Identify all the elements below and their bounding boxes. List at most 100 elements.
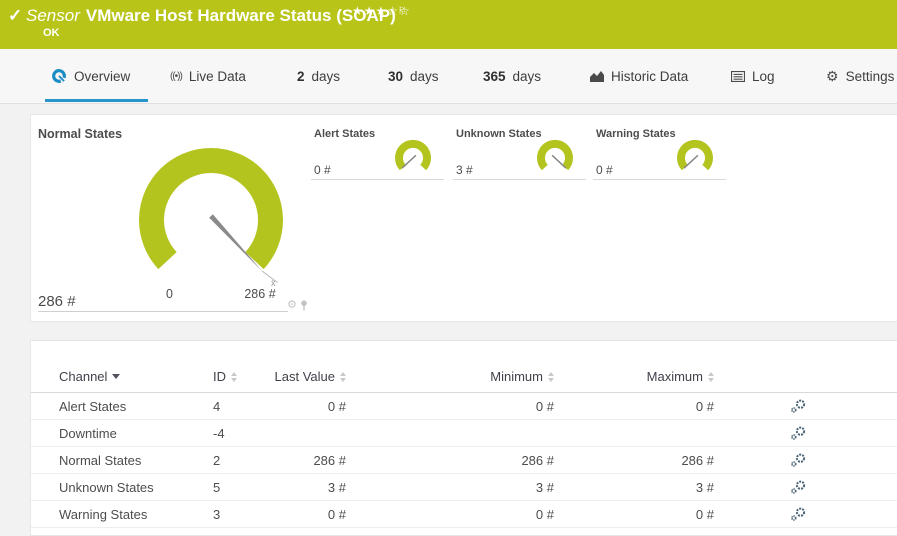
- tab-label: days: [410, 68, 439, 84]
- sort-icon: [231, 371, 237, 382]
- channel-settings-icon[interactable]: [790, 399, 807, 413]
- column-header-id[interactable]: ID: [213, 369, 271, 384]
- sensor-name: VMware Host Hardware Status (SOAP): [85, 6, 396, 25]
- mini-gauge-alert-states[interactable]: Alert States 0 #: [311, 125, 444, 180]
- tab-settings[interactable]: ⚙ Settings: [826, 49, 894, 103]
- channel-name[interactable]: Warning States: [59, 507, 213, 522]
- tab-label: Settings: [845, 68, 895, 84]
- column-header-channel[interactable]: Channel: [59, 369, 213, 384]
- tab-30-days[interactable]: 30 days: [388, 49, 439, 103]
- channel-name[interactable]: Downtime: [59, 426, 213, 441]
- sort-icon: [708, 371, 714, 382]
- tab-historic-data[interactable]: Historic Data: [590, 49, 688, 103]
- channel-name[interactable]: Alert States: [59, 399, 213, 414]
- status-badge: OK: [43, 27, 60, 39]
- tab-label: days: [512, 68, 542, 84]
- channel-settings-icon[interactable]: [790, 507, 807, 521]
- channel-last-value: 0 #: [327, 506, 346, 522]
- primary-gauge-value: 286 #: [38, 293, 76, 310]
- gauge-divider: [38, 311, 288, 312]
- channel-maximum: 3 #: [695, 479, 714, 495]
- channel-last-value: 286 #: [313, 452, 346, 468]
- gauges-panel: Normal States x̄ 0 286 # 286 # ⚙ Alert S…: [30, 114, 897, 322]
- tab-label: Log: [752, 68, 775, 84]
- sensor-header: ✓ Sensor VMware Host Hardware Status (SOA…: [0, 0, 897, 49]
- mini-gauge-value: 3 #: [456, 163, 473, 177]
- log-list-icon: [731, 70, 745, 82]
- mini-gauge-title: Alert States: [314, 128, 376, 140]
- gear-icon: ⚙: [826, 68, 839, 84]
- tab-label: Historic Data: [611, 68, 689, 84]
- primary-gauge-title: Normal States: [38, 127, 123, 141]
- table-row[interactable]: Unknown States 5 3 # 3 # 3 #: [31, 474, 897, 501]
- column-label: Channel: [59, 369, 108, 384]
- tab-overview[interactable]: Overview: [51, 49, 130, 103]
- prtg-sensor-page: ✓ Sensor VMware Host Hardware Status (SOA…: [0, 0, 897, 536]
- channel-minimum: 3 #: [535, 479, 554, 495]
- mini-gauge-value: 0 #: [596, 163, 613, 177]
- mini-gauge-unknown-states[interactable]: Unknown States 3 #: [453, 125, 586, 180]
- gauge-scale-min: 0: [166, 287, 173, 301]
- gauge-scale-max: 286 #: [244, 287, 275, 301]
- priority-stars[interactable]: ★★★☆☆: [352, 4, 411, 18]
- channel-id: 2: [213, 452, 221, 468]
- channel-settings-icon[interactable]: [790, 480, 807, 494]
- channel-name[interactable]: Normal States: [59, 453, 213, 468]
- channel-minimum: 286 #: [521, 452, 554, 468]
- tab-label: Live Data: [188, 68, 246, 84]
- channel-id: 4: [213, 398, 221, 414]
- gauge-arc: [139, 148, 283, 270]
- mini-gauge: [395, 139, 431, 171]
- channel-settings-icon[interactable]: [790, 426, 807, 440]
- channel-name[interactable]: Unknown States: [59, 480, 213, 495]
- tab-number: 30: [388, 68, 404, 84]
- tab-365-days[interactable]: 365 days: [483, 49, 541, 103]
- channel-settings-icon[interactable]: [790, 453, 807, 467]
- mini-gauge-warning-states[interactable]: Warning States 0 #: [593, 125, 726, 180]
- tab-2-days[interactable]: 2 days: [297, 49, 340, 103]
- mini-gauge: [537, 139, 573, 171]
- channel-last-value: 0 #: [327, 398, 346, 414]
- mini-gauge-value: 0 #: [314, 163, 331, 177]
- mini-gauge-title: Warning States: [596, 128, 676, 140]
- tab-live-data[interactable]: ((•)) Live Data: [170, 49, 246, 103]
- column-header-minimum[interactable]: Minimum: [346, 369, 554, 384]
- table-row[interactable]: Alert States 4 0 # 0 # 0 #: [31, 393, 897, 420]
- table-header-row: Channel ID Last Value Minimum Maximum: [31, 361, 897, 393]
- channel-id: -4: [213, 425, 225, 441]
- active-tab-underline: [45, 99, 148, 102]
- gauge-settings-icon[interactable]: ⚙: [287, 300, 297, 311]
- column-label: Minimum: [490, 369, 543, 384]
- channel-id: 3: [213, 506, 221, 522]
- table-row[interactable]: Downtime -4: [31, 420, 897, 447]
- page-title: Sensor VMware Host Hardware Status (SOAP)…: [26, 6, 407, 26]
- tab-label: Overview: [74, 68, 131, 84]
- area-chart-icon: [590, 70, 604, 82]
- sort-desc-icon: [112, 374, 121, 379]
- table-row[interactable]: Normal States 2 286 # 286 # 286 #: [31, 447, 897, 474]
- tab-bar: Overview ((•)) Live Data 2 days 30 days …: [0, 49, 897, 104]
- column-header-last-value[interactable]: Last Value: [271, 369, 346, 384]
- channel-minimum: 0 #: [535, 506, 554, 522]
- column-header-maximum[interactable]: Maximum: [554, 369, 714, 384]
- channels-table-panel: Channel ID Last Value Minimum Maximum Al…: [30, 340, 897, 536]
- tab-label: days: [311, 68, 341, 84]
- channel-minimum: 0 #: [535, 398, 554, 414]
- gauge-icon: [51, 68, 67, 84]
- tab-log[interactable]: Log: [731, 49, 775, 103]
- status-ok-check-icon: ✓: [8, 6, 23, 25]
- column-label: Last Value: [274, 369, 335, 384]
- table-row[interactable]: Warning States 3 0 # 0 # 0 #: [31, 501, 897, 528]
- column-label: ID: [213, 369, 226, 384]
- primary-gauge: x̄ 0 286 #: [139, 148, 283, 301]
- channel-maximum: 0 #: [695, 398, 714, 414]
- mini-gauge: [677, 139, 713, 171]
- tab-number: 2: [297, 68, 305, 84]
- channel-maximum: 286 #: [681, 452, 714, 468]
- sensor-kind-label: Sensor: [26, 6, 80, 25]
- channel-id: 5: [213, 479, 221, 495]
- broadcast-icon: ((•)): [170, 70, 183, 82]
- column-label: Maximum: [646, 369, 703, 384]
- tab-number: 365: [483, 68, 506, 84]
- pin-icon[interactable]: [300, 300, 308, 311]
